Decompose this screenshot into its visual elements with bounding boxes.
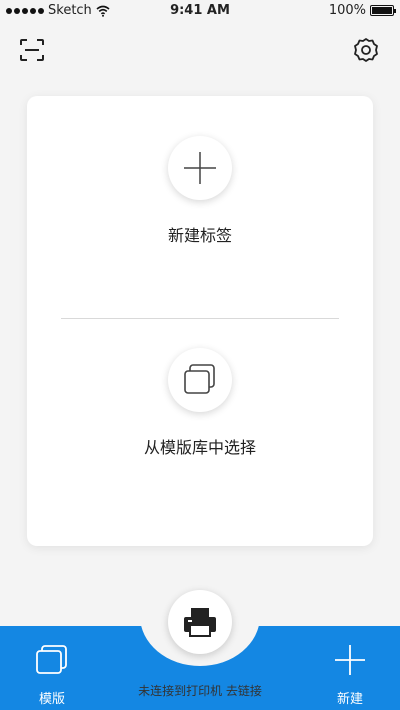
action-card: 新建标签 从模版库中选择 [27,96,373,546]
gear-icon [354,38,378,62]
stacked-pages-icon [184,364,215,394]
new-label-button[interactable] [168,136,232,200]
scan-button[interactable] [18,36,46,64]
battery-icon [370,5,396,16]
stacked-pages-icon [36,645,67,674]
plus-icon [184,152,216,184]
status-bar: Sketch 9:41 AM 100% [0,0,400,22]
status-right: 100% [328,3,396,18]
battery-fill [372,7,392,14]
choose-template-button[interactable] [168,348,232,412]
new-label-text: 新建标签 [167,226,232,245]
battery-percent: 100% [328,3,366,18]
choose-template-text: 从模版库中选择 [143,438,256,457]
settings-button[interactable] [352,36,380,64]
choose-template-action[interactable]: 从模版库中选择 [27,348,373,458]
print-button[interactable] [168,590,232,654]
printer-icon [184,608,216,637]
card-divider [61,318,339,319]
plus-icon [335,645,365,675]
printer-status-text[interactable]: 未连接到打印机 去链接 [0,682,400,699]
new-label-action[interactable]: 新建标签 [27,136,373,246]
scan-frame-icon [20,39,44,61]
